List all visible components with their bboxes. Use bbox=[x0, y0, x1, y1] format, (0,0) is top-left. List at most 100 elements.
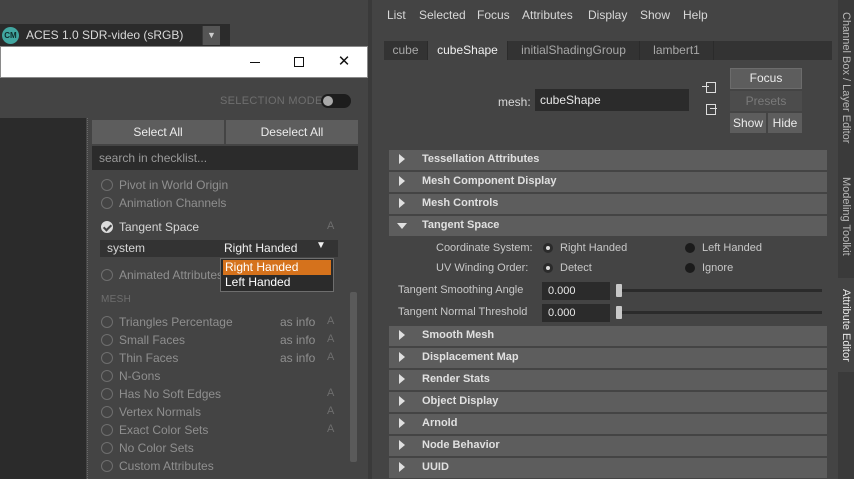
check-circle-icon[interactable] bbox=[101, 388, 113, 400]
radio-detect[interactable] bbox=[543, 263, 553, 273]
section-arnold[interactable]: Arnold bbox=[389, 414, 827, 434]
radio-label: Detect bbox=[560, 262, 592, 274]
checklist-item-label: Exact Color Sets bbox=[119, 423, 209, 437]
menu-list[interactable]: List bbox=[387, 8, 406, 22]
pane-divider bbox=[368, 0, 372, 479]
panel-splitter[interactable] bbox=[87, 118, 88, 479]
chevron-down-icon[interactable]: ▼ bbox=[202, 26, 220, 45]
section-mesh-component-display[interactable]: Mesh Component Display bbox=[389, 172, 827, 192]
section-smooth-mesh[interactable]: Smooth Mesh bbox=[389, 326, 827, 346]
dropdown-option-right-handed[interactable]: Right Handed bbox=[223, 260, 331, 275]
checklist-item[interactable]: Tangent Space A bbox=[92, 218, 350, 236]
expand-arrow-icon bbox=[399, 462, 405, 472]
section-mesh-controls[interactable]: Mesh Controls bbox=[389, 194, 827, 214]
check-circle-icon[interactable] bbox=[101, 352, 113, 364]
checklist-item[interactable]: Exact Color Sets A bbox=[92, 421, 350, 439]
slider-track[interactable] bbox=[616, 289, 822, 292]
section-render-stats[interactable]: Render Stats bbox=[389, 370, 827, 390]
checklist-item[interactable]: Animation Channels bbox=[92, 194, 350, 212]
menu-focus[interactable]: Focus bbox=[477, 8, 510, 22]
checklist-item[interactable]: Pivot in World Origin bbox=[92, 176, 350, 194]
show-button[interactable]: Show bbox=[730, 113, 766, 133]
section-tangent-space[interactable]: Tangent Space bbox=[389, 216, 827, 236]
checklist-item-label: N-Gons bbox=[119, 369, 161, 383]
system-dropdown-menu: Right Handed Left Handed bbox=[220, 258, 334, 292]
check-circle-icon[interactable] bbox=[101, 424, 113, 436]
check-circle-icon[interactable] bbox=[101, 460, 113, 472]
checklist-item[interactable]: Triangles Percentage as info A bbox=[92, 313, 350, 331]
maximize-icon bbox=[294, 57, 304, 68]
tangent-smoothing-angle-field[interactable] bbox=[542, 282, 610, 300]
checklist-item-label: Has No Soft Edges bbox=[119, 387, 222, 401]
section-node-behavior[interactable]: Node Behavior bbox=[389, 436, 827, 456]
check-circle-icon[interactable] bbox=[101, 179, 113, 191]
check-circle-icon[interactable] bbox=[101, 442, 113, 454]
checklist-item[interactable]: No Color Sets bbox=[92, 439, 350, 457]
expand-arrow-icon bbox=[399, 176, 405, 186]
color-space-dropdown[interactable]: ACES 1.0 SDR-video (sRGB) ▼ bbox=[22, 26, 220, 45]
tab-cube[interactable]: cube bbox=[384, 41, 428, 60]
system-option-row: system Right Handed ▼ bbox=[100, 240, 338, 257]
slider-handle[interactable] bbox=[616, 284, 622, 297]
section-title: Mesh Component Display bbox=[422, 175, 557, 187]
selection-mode-toggle[interactable] bbox=[321, 94, 351, 108]
info-mode-label: as info bbox=[280, 333, 316, 347]
radio-right-handed[interactable] bbox=[543, 243, 553, 253]
menu-display[interactable]: Display bbox=[588, 8, 627, 22]
tab-cubeshape[interactable]: cubeShape bbox=[428, 41, 508, 60]
checked-circle-icon[interactable] bbox=[101, 221, 113, 233]
input-connections-icon[interactable] bbox=[702, 81, 718, 95]
hide-button[interactable]: Hide bbox=[768, 113, 802, 133]
expand-arrow-icon bbox=[399, 198, 405, 208]
check-circle-icon[interactable] bbox=[101, 269, 113, 281]
checklist-item[interactable]: Has No Soft Edges A bbox=[92, 385, 350, 403]
section-uuid[interactable]: UUID bbox=[389, 458, 827, 478]
section-title: Tessellation Attributes bbox=[422, 153, 540, 165]
check-circle-icon[interactable] bbox=[101, 334, 113, 346]
checklist-item[interactable]: N-Gons bbox=[92, 367, 350, 385]
presets-button[interactable]: Presets bbox=[730, 91, 802, 111]
system-select[interactable]: Right Handed bbox=[224, 241, 297, 255]
radio-left-handed[interactable] bbox=[685, 243, 695, 253]
check-circle-icon[interactable] bbox=[101, 406, 113, 418]
menu-help[interactable]: Help bbox=[683, 8, 708, 22]
tab-lambert1[interactable]: lambert1 bbox=[640, 41, 714, 60]
menu-attributes[interactable]: Attributes bbox=[522, 8, 573, 22]
checklist-scrollbar[interactable] bbox=[350, 292, 357, 462]
checklist-item[interactable]: Thin Faces as info A bbox=[92, 349, 350, 367]
side-tab-channel-box[interactable]: Channel Box / Layer Editor bbox=[838, 4, 854, 152]
side-tab-attribute-editor[interactable]: Attribute Editor bbox=[838, 278, 854, 372]
section-displacement-map[interactable]: Displacement Map bbox=[389, 348, 827, 368]
section-object-display[interactable]: Object Display bbox=[389, 392, 827, 412]
tab-initialshadinggroup[interactable]: initialShadingGroup bbox=[508, 41, 640, 60]
dropdown-option-left-handed[interactable]: Left Handed bbox=[223, 275, 331, 290]
menu-selected[interactable]: Selected bbox=[419, 8, 466, 22]
menu-show[interactable]: Show bbox=[640, 8, 670, 22]
selection-mode-row: SELECTION MODE bbox=[0, 84, 368, 118]
slider-track[interactable] bbox=[616, 311, 822, 314]
checklist-item[interactable]: Custom Attributes bbox=[92, 457, 350, 475]
mesh-name-field[interactable] bbox=[535, 89, 689, 111]
checklist-item[interactable]: Small Faces as info A bbox=[92, 331, 350, 349]
check-circle-icon[interactable] bbox=[101, 316, 113, 328]
checklist-item[interactable]: Vertex Normals A bbox=[92, 403, 350, 421]
radio-ignore[interactable] bbox=[685, 263, 695, 273]
output-connections-icon[interactable] bbox=[702, 103, 718, 117]
close-button[interactable]: ✕ bbox=[322, 47, 366, 77]
section-heading: MESH bbox=[101, 294, 132, 305]
check-circle-icon[interactable] bbox=[101, 370, 113, 382]
tangent-normal-threshold-field[interactable] bbox=[542, 304, 610, 322]
section-tessellation-attributes[interactable]: Tessellation Attributes bbox=[389, 150, 827, 170]
minimize-button[interactable] bbox=[233, 47, 277, 77]
color-management-icon[interactable]: CM bbox=[2, 27, 19, 44]
mesh-label: mesh: bbox=[498, 95, 531, 109]
deselect-all-button[interactable]: Deselect All bbox=[226, 120, 358, 144]
focus-button[interactable]: Focus bbox=[730, 68, 802, 89]
checklist-search-input[interactable] bbox=[92, 146, 358, 170]
side-tab-modeling-toolkit[interactable]: Modeling Toolkit bbox=[838, 166, 854, 266]
select-all-button[interactable]: Select All bbox=[92, 120, 224, 144]
chevron-down-icon[interactable]: ▼ bbox=[316, 240, 326, 251]
slider-handle[interactable] bbox=[616, 306, 622, 319]
check-circle-icon[interactable] bbox=[101, 197, 113, 209]
maximize-button[interactable] bbox=[277, 47, 321, 77]
